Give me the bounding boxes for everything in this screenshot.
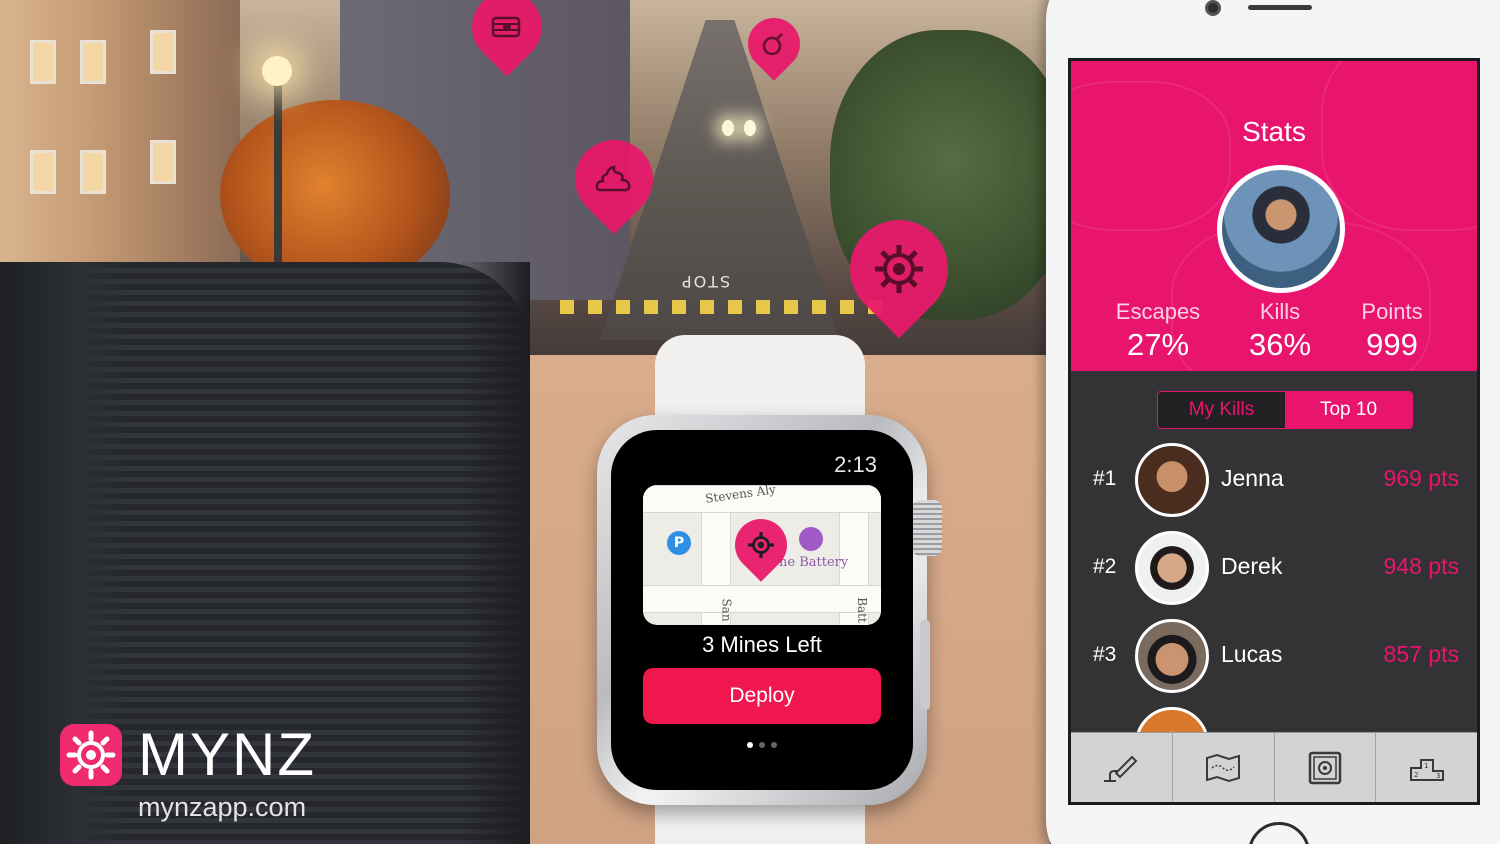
watch-map[interactable]: Stevens Aly San Batt P he Battery [643, 485, 881, 625]
safe-icon [1308, 751, 1342, 784]
poop-icon [575, 140, 653, 218]
avatar [1135, 619, 1209, 693]
page-dot [747, 742, 753, 748]
brand-url[interactable]: mynzapp.com [138, 792, 306, 823]
tab-top-10[interactable]: Top 10 [1285, 392, 1412, 428]
phone-screen: Stats Escapes 27% Kills 36% Points 999 M… [1068, 58, 1480, 805]
stat-label: Kills [1259, 299, 1301, 324]
digital-crown[interactable] [912, 500, 942, 556]
podium-icon: 12 3 [1409, 758, 1444, 781]
stat-value: 999 [1366, 327, 1418, 362]
stats-title: Stats [1242, 116, 1306, 147]
leaderboard-points: 969 pts [1383, 465, 1459, 491]
bomb-icon [472, 0, 542, 62]
profile-avatar[interactable] [1217, 165, 1345, 293]
stat-escapes: Escapes 27% [1093, 299, 1223, 363]
tab-map[interactable] [1173, 733, 1275, 802]
mine-location-pin[interactable] [724, 508, 798, 582]
svg-text:3: 3 [1436, 772, 1440, 780]
tab-bar: 12 3 [1071, 732, 1477, 802]
hotel-icon [799, 527, 823, 551]
leaderboard-row[interactable]: #3 Lucas 857 pts [1071, 619, 1477, 695]
car-headlights [722, 120, 756, 136]
stat-points: Points 999 [1327, 299, 1457, 363]
map-road [643, 585, 881, 613]
houses-left [0, 0, 240, 290]
map-icon [1206, 753, 1241, 782]
avatar [1135, 443, 1209, 517]
mine-icon [850, 220, 948, 318]
leaderboard-rank: #3 [1093, 643, 1117, 666]
avatar [1135, 531, 1209, 605]
stat-kills: Kills 36% [1215, 299, 1345, 363]
map-street-label: Batt [854, 597, 869, 623]
tab-safe[interactable] [1275, 733, 1377, 802]
page-dot [759, 742, 765, 748]
mines-left-label: 3 Mines Left [702, 632, 822, 657]
phone-speaker [1248, 5, 1312, 10]
svg-text:1: 1 [1424, 762, 1428, 770]
page-dot [771, 742, 777, 748]
watch-side-button[interactable] [920, 620, 930, 710]
page-indicator [611, 742, 913, 748]
tab-place-mine[interactable] [1071, 733, 1173, 802]
street-lamp-post [274, 80, 282, 290]
leaderboard-name: Jenna [1221, 465, 1284, 491]
svg-text:2: 2 [1414, 771, 1418, 779]
leaderboard-points: 857 pts [1383, 641, 1459, 667]
leaderboard-rank: #1 [1093, 467, 1117, 490]
street-lamp [262, 56, 292, 86]
leaderboard-rank: #2 [1093, 555, 1117, 578]
watch-time: 2:13 [834, 452, 877, 477]
watch-screen: 2:13 Stevens Aly San Batt P he Battery 3… [611, 430, 913, 790]
stat-label: Escapes [1115, 299, 1201, 324]
map-place-label: he Battery [779, 555, 849, 570]
brand-name: MYNZ [138, 721, 316, 788]
tab-my-kills[interactable]: My Kills [1158, 392, 1285, 428]
parking-icon: P [667, 531, 691, 555]
street-marking: STOP [680, 272, 731, 291]
leaderboard-name: Derek [1221, 553, 1283, 579]
leaderboard-row[interactable]: #2 Derek 948 pts [1071, 531, 1477, 607]
mine-pin [829, 199, 969, 339]
crosswalk [560, 300, 890, 314]
front-camera [1205, 0, 1221, 16]
stat-value: 27% [1126, 327, 1190, 362]
stat-value: 36% [1248, 327, 1312, 362]
stats-header: Stats Escapes 27% Kills 36% Points 999 [1071, 61, 1477, 371]
tab-leaderboard[interactable]: 12 3 [1376, 733, 1477, 802]
leaderboard-name: Lucas [1221, 641, 1283, 667]
leaderboard-row[interactable]: #1 Jenna 969 pts [1071, 443, 1477, 519]
mynz-logo [60, 724, 122, 786]
poop-pin [558, 123, 670, 235]
leaderboard-segmented-control: My Kills Top 10 [1157, 391, 1413, 429]
mine-logo-icon [66, 730, 116, 780]
mine-icon [735, 519, 787, 571]
deploy-button[interactable]: Deploy [643, 668, 881, 724]
cherry-bomb-icon [748, 18, 800, 70]
cherry-bomb-pin [737, 7, 811, 81]
leaderboard-points: 948 pts [1383, 553, 1459, 579]
map-street-label: San [719, 598, 734, 622]
place-mine-icon [1104, 755, 1138, 782]
stat-label: Points [1361, 299, 1423, 324]
